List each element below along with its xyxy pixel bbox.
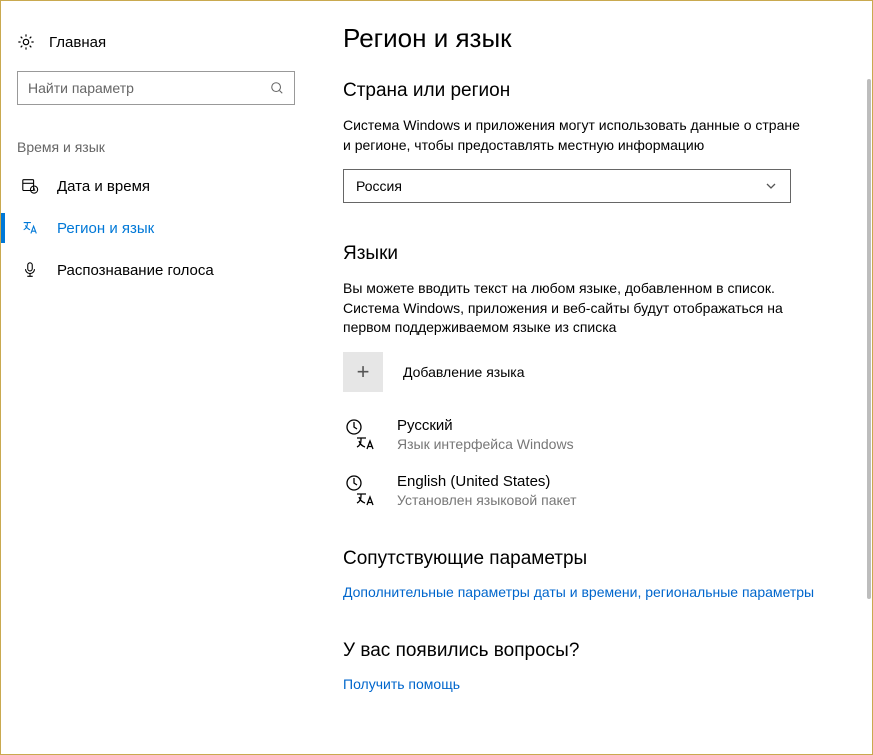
search-icon bbox=[268, 79, 286, 97]
add-language-label: Добавление языка bbox=[403, 364, 525, 380]
sidebar-item-region-language[interactable]: Регион и язык bbox=[1, 207, 311, 249]
language-name: English (United States) bbox=[397, 472, 577, 490]
add-language-button[interactable]: + Добавление языка bbox=[343, 352, 791, 392]
language-name: Русский bbox=[397, 416, 574, 434]
search-placeholder: Найти параметр bbox=[28, 80, 134, 96]
main-content: Регион и язык Страна или регион Система … bbox=[311, 1, 872, 754]
related-section: Сопутствующие параметры Дополнительные п… bbox=[343, 548, 852, 600]
help-link[interactable]: Получить помощь bbox=[343, 676, 460, 692]
sidebar-item-label: Распознавание голоса bbox=[57, 262, 214, 279]
language-subtitle: Язык интерфейса Windows bbox=[397, 436, 574, 452]
home-button[interactable]: Главная bbox=[1, 25, 311, 59]
gear-icon bbox=[17, 33, 35, 51]
chevron-down-icon bbox=[762, 177, 780, 195]
microphone-icon bbox=[21, 261, 39, 279]
related-heading: Сопутствующие параметры bbox=[343, 548, 852, 570]
sidebar-item-label: Регион и язык bbox=[57, 220, 154, 237]
sidebar-item-date-time[interactable]: Дата и время bbox=[1, 165, 311, 207]
country-description: Система Windows и приложения могут испол… bbox=[343, 116, 803, 155]
country-section: Страна или регион Система Windows и прил… bbox=[343, 80, 852, 203]
language-icon bbox=[21, 219, 39, 237]
page-title: Регион и язык bbox=[343, 23, 852, 54]
help-section: У вас появились вопросы? Получить помощь bbox=[343, 640, 852, 692]
home-label: Главная bbox=[49, 34, 106, 51]
language-item[interactable]: Русский Язык интерфейса Windows bbox=[343, 416, 791, 452]
languages-section: Языки Вы можете вводить текст на любом я… bbox=[343, 243, 852, 508]
sidebar: Главная Найти параметр Время и язык Дата… bbox=[1, 1, 311, 754]
country-select[interactable]: Россия bbox=[343, 169, 791, 203]
language-subtitle: Установлен языковой пакет bbox=[397, 492, 577, 508]
country-heading: Страна или регион bbox=[343, 80, 852, 102]
language-item[interactable]: English (United States) Установлен языко… bbox=[343, 472, 791, 508]
sidebar-item-speech[interactable]: Распознавание голоса bbox=[1, 249, 311, 291]
language-glyph-icon bbox=[343, 474, 377, 508]
search-input[interactable]: Найти параметр bbox=[17, 71, 295, 105]
help-heading: У вас появились вопросы? bbox=[343, 640, 852, 662]
section-label: Время и язык bbox=[1, 105, 311, 165]
sidebar-item-label: Дата и время bbox=[57, 178, 150, 195]
languages-description: Вы можете вводить текст на любом языке, … bbox=[343, 279, 803, 338]
related-link[interactable]: Дополнительные параметры даты и времени,… bbox=[343, 584, 814, 600]
scrollbar[interactable] bbox=[867, 79, 871, 599]
languages-heading: Языки bbox=[343, 243, 852, 265]
country-selected-value: Россия bbox=[356, 178, 402, 194]
language-glyph-icon bbox=[343, 418, 377, 452]
search-container: Найти параметр bbox=[1, 59, 311, 105]
plus-icon: + bbox=[343, 352, 383, 392]
calendar-clock-icon bbox=[21, 177, 39, 195]
